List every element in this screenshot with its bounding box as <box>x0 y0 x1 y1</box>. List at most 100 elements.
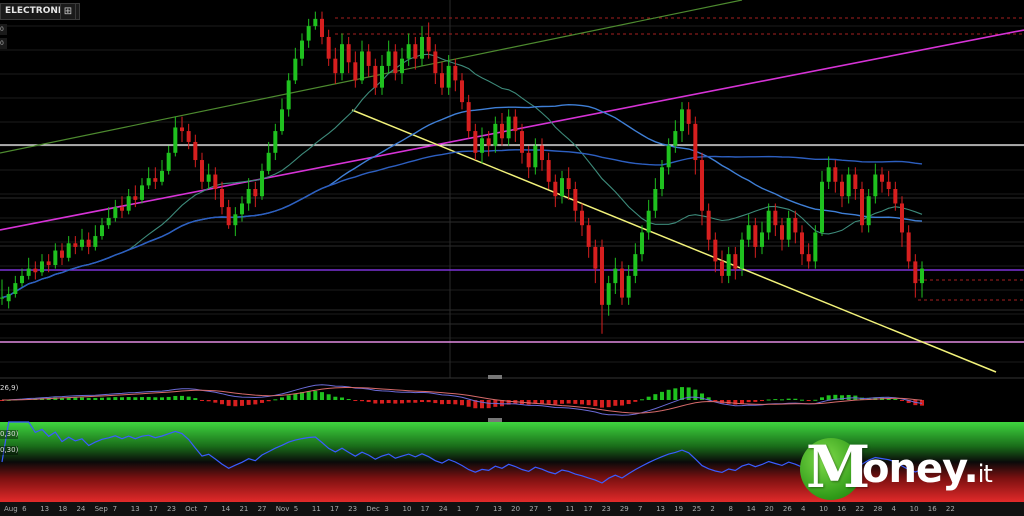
candle <box>480 127 484 164</box>
candle-body <box>340 44 344 74</box>
ticker-menu-icon[interactable]: ⊞ <box>60 3 76 20</box>
macd-bar <box>286 395 291 400</box>
candle-body <box>446 65 451 88</box>
macd-bar <box>753 400 758 402</box>
candle-body <box>440 73 444 88</box>
x-tick-label: 17 <box>584 505 593 513</box>
candle <box>260 163 264 200</box>
macd-bar <box>100 397 104 400</box>
x-tick-label: 25 <box>692 505 701 513</box>
macd-bar <box>193 398 198 400</box>
x-tick-label: 13 <box>493 505 502 513</box>
candle-body <box>900 203 904 233</box>
candle <box>0 279 4 305</box>
macd-bar <box>746 400 751 403</box>
x-tick-label: 13 <box>131 505 140 513</box>
x-tick-label: 23 <box>167 505 176 513</box>
candle-body <box>353 62 358 81</box>
candle <box>680 102 684 142</box>
candle-body <box>186 131 191 142</box>
candle <box>466 94 471 139</box>
x-tick-label: 20 <box>511 505 520 513</box>
macd-bar <box>120 397 124 400</box>
candle <box>346 36 351 74</box>
candle <box>206 163 211 189</box>
logo-word: oney <box>862 446 964 492</box>
macd-bar <box>780 399 784 401</box>
macd-bar <box>600 400 604 408</box>
candle-body <box>20 275 24 284</box>
x-tick-label: Nov <box>276 505 290 513</box>
candle-body <box>833 167 838 182</box>
macd-bar <box>226 400 231 406</box>
candle <box>40 254 44 276</box>
candle-body <box>560 178 564 197</box>
candle-body <box>113 207 118 218</box>
candle-body <box>573 189 578 211</box>
candle <box>233 207 238 237</box>
x-tick-label: Dec <box>366 505 380 513</box>
candle-body <box>86 239 91 247</box>
candle-body <box>800 232 804 255</box>
candle <box>500 112 504 146</box>
candle-body <box>126 196 131 211</box>
macd-bar <box>420 400 424 403</box>
candle-body <box>813 232 818 262</box>
macd-bar <box>633 400 638 402</box>
macd-bar <box>406 400 411 403</box>
candle-body <box>820 181 824 233</box>
candle-body <box>260 170 264 197</box>
logo-dot: . <box>963 446 979 492</box>
candle-body <box>540 145 544 161</box>
candle-body <box>166 152 171 171</box>
candle-body <box>460 80 464 103</box>
candle <box>440 62 444 95</box>
ma-mid-line <box>1 103 923 299</box>
candle-body <box>500 123 504 139</box>
candle-body <box>786 217 791 240</box>
candle <box>60 243 64 266</box>
macd-bar <box>613 400 618 406</box>
x-tick-label: 23 <box>602 505 611 513</box>
candle-body <box>426 36 431 52</box>
macd-label: 26,9) <box>0 384 19 393</box>
candle-body <box>180 127 184 132</box>
macd-bar <box>273 399 278 401</box>
candle <box>140 178 144 204</box>
candle <box>180 116 184 142</box>
candle <box>26 257 31 280</box>
candle <box>546 152 551 189</box>
candle <box>106 207 111 229</box>
x-tick-label: Aug <box>4 505 18 513</box>
macd-bar <box>793 398 798 400</box>
x-tick-label: 3 <box>384 505 388 513</box>
candle <box>173 116 178 157</box>
macd-bar <box>433 400 438 404</box>
candle-body <box>300 40 304 59</box>
x-tick-label: 2 <box>710 505 714 513</box>
candle <box>506 109 511 146</box>
candle <box>266 141 271 175</box>
macd-bar <box>113 397 118 400</box>
candle-body <box>306 26 311 41</box>
candle <box>420 26 424 66</box>
candle <box>820 170 824 237</box>
macd-bar <box>180 395 184 400</box>
macd-bar <box>440 400 444 405</box>
candle <box>533 138 538 175</box>
macd-bar <box>460 400 464 406</box>
candle-body <box>473 131 478 153</box>
x-tick-label: 17 <box>149 505 158 513</box>
x-tick-label: 7 <box>113 505 117 513</box>
x-tick-label: 14 <box>221 505 230 513</box>
macd-bar <box>573 400 578 404</box>
candle <box>653 178 658 218</box>
candle <box>700 152 704 226</box>
macd-bar <box>640 399 644 401</box>
candle <box>366 44 371 77</box>
macd-bar <box>646 396 651 400</box>
candle-body <box>346 44 351 63</box>
candle-body <box>720 261 724 276</box>
x-tick-label: 4 <box>801 505 806 513</box>
x-tick-label: Oct <box>185 505 197 513</box>
